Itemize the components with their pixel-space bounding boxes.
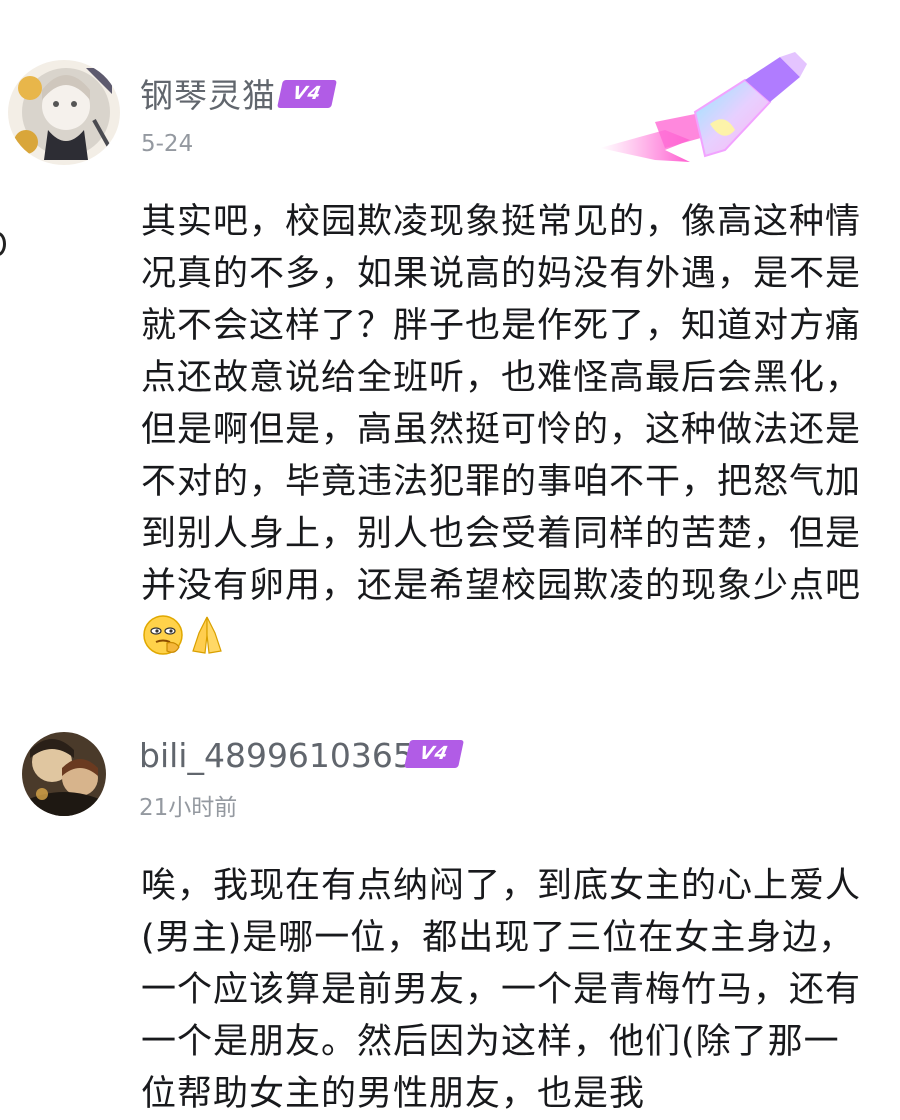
username[interactable]: bili_48996103650 <box>139 736 435 776</box>
level-badge: V4 <box>404 740 464 768</box>
comment-text: 唉，我现在有点纳闷了，到底女主的心上爱人(男主)是哪一位，都出现了三位在女主身边… <box>141 866 862 1114</box>
paintbrush-decoration-icon <box>595 52 810 167</box>
comment-text: 其实吧，校园欺凌现象挺常见的，像高这种情况真的不多，如果说高的妈没有外遇，是不是… <box>141 196 861 664</box>
level-badge: V4 <box>277 80 337 108</box>
timestamp: 21小时前 <box>139 795 238 821</box>
comment-item: 钢琴灵猫 V4 5-24 其实吧，校园欺凌现象挺常见的，像高这种情况真的不多，如… <box>0 0 900 680</box>
username[interactable]: 钢琴灵猫 <box>140 76 276 116</box>
comment-item: bili_48996103650 V4 21小时前 唉，我现在有点纳闷了，到底女… <box>0 680 900 1114</box>
avatar[interactable] <box>22 732 106 816</box>
thinking-face-emoji-icon <box>141 613 185 657</box>
comment-text-content: 其实吧，校园欺凌现象挺常见的，像高这种情况真的不多，如果说高的妈没有外遇，是不是… <box>141 202 862 606</box>
timestamp: 5-24 <box>141 131 194 157</box>
folded-hands-emoji-icon <box>185 613 229 657</box>
avatar[interactable] <box>8 60 120 165</box>
